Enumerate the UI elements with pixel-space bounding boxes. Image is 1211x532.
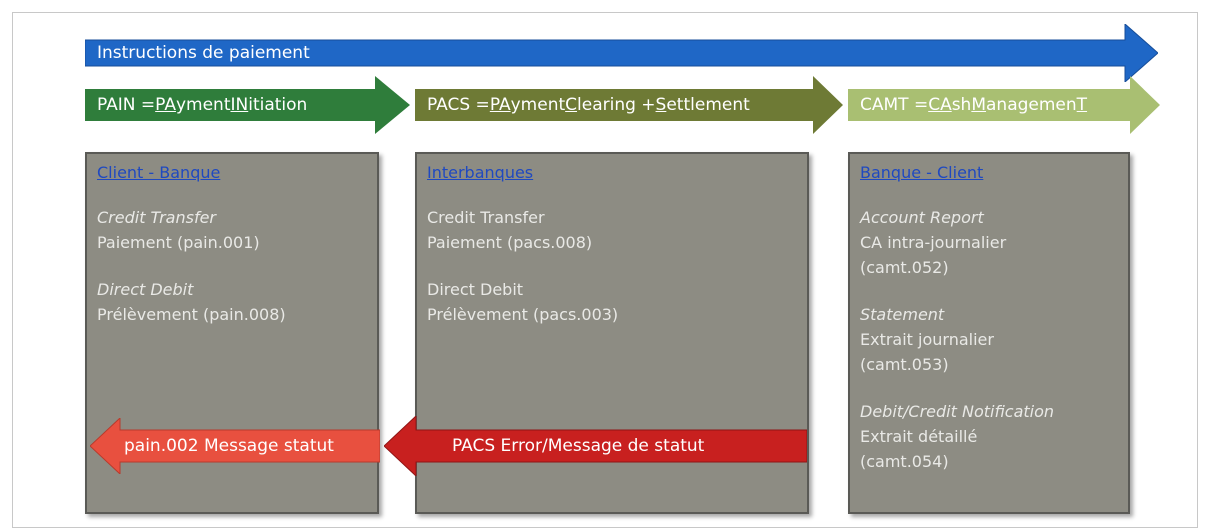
pain-arrow: PAIN = PA yment IN itiation [85,76,410,134]
pain-status-arrow-label: pain.002 Message statut [124,436,334,456]
message-type: Debit/Credit Notification [860,402,1055,421]
box-banque-client: Banque - Client Account Report CA intra-… [848,152,1130,514]
box-title-client-banque[interactable]: Client - Banque [97,160,367,185]
pacs-arrow: PACS = PA yment Clearing + Settlement [415,76,843,134]
message-code: (camt.053) [860,355,949,374]
message-detail: Extrait détaillé [860,427,978,446]
message-code: (camt.054) [860,452,949,471]
message-statement: Statement Extrait journalier (camt.053) [860,302,1118,377]
message-direct-debit: Direct Debit Prélèvement (pacs.003) [427,277,797,327]
message-direct-debit: Direct Debit Prélèvement (pain.008) [97,277,367,327]
message-type: Direct Debit [97,280,194,299]
message-detail: Prélèvement (pacs.003) [427,305,619,324]
message-debit-credit-notification: Debit/Credit Notification Extrait détail… [860,399,1118,474]
pain-arrow-label: PAIN = PA yment IN itiation [97,95,308,115]
camt-arrow-label: CAMT = CA sh Managemen T [860,95,1088,115]
instructions-arrow: Instructions de paiement [85,24,1158,82]
camt-arrow: CAMT = CA sh Managemen T [848,76,1160,134]
message-credit-transfer: Credit Transfer Paiement (pain.001) [97,205,367,255]
message-detail: CA intra-journalier [860,233,1007,252]
pain-status-arrow: pain.002 Message statut [90,418,380,474]
box-title-banque-client[interactable]: Banque - Client [860,160,1118,185]
pacs-arrow-label: PACS = PA yment Clearing + Settlement [427,95,750,115]
pacs-status-arrow-label: PACS Error/Message de statut [452,436,705,456]
message-detail: Prélèvement (pain.008) [97,305,286,324]
message-credit-transfer: Credit Transfer Paiement (pacs.008) [427,205,797,255]
message-type: Credit Transfer [97,208,216,227]
box-title-interbanques[interactable]: Interbanques [427,160,797,185]
message-account-report: Account Report CA intra-journalier (camt… [860,205,1118,280]
message-type: Account Report [860,208,984,227]
message-type: Statement [860,305,945,324]
message-detail: Paiement (pain.001) [97,233,260,252]
pacs-status-arrow: PACS Error/Message de statut [384,416,807,476]
message-type: Direct Debit [427,280,524,299]
message-detail: Extrait journalier [860,330,994,349]
message-code: (camt.052) [860,258,949,277]
instructions-arrow-label: Instructions de paiement [97,43,310,63]
message-type: Credit Transfer [427,208,545,227]
message-detail: Paiement (pacs.008) [427,233,593,252]
